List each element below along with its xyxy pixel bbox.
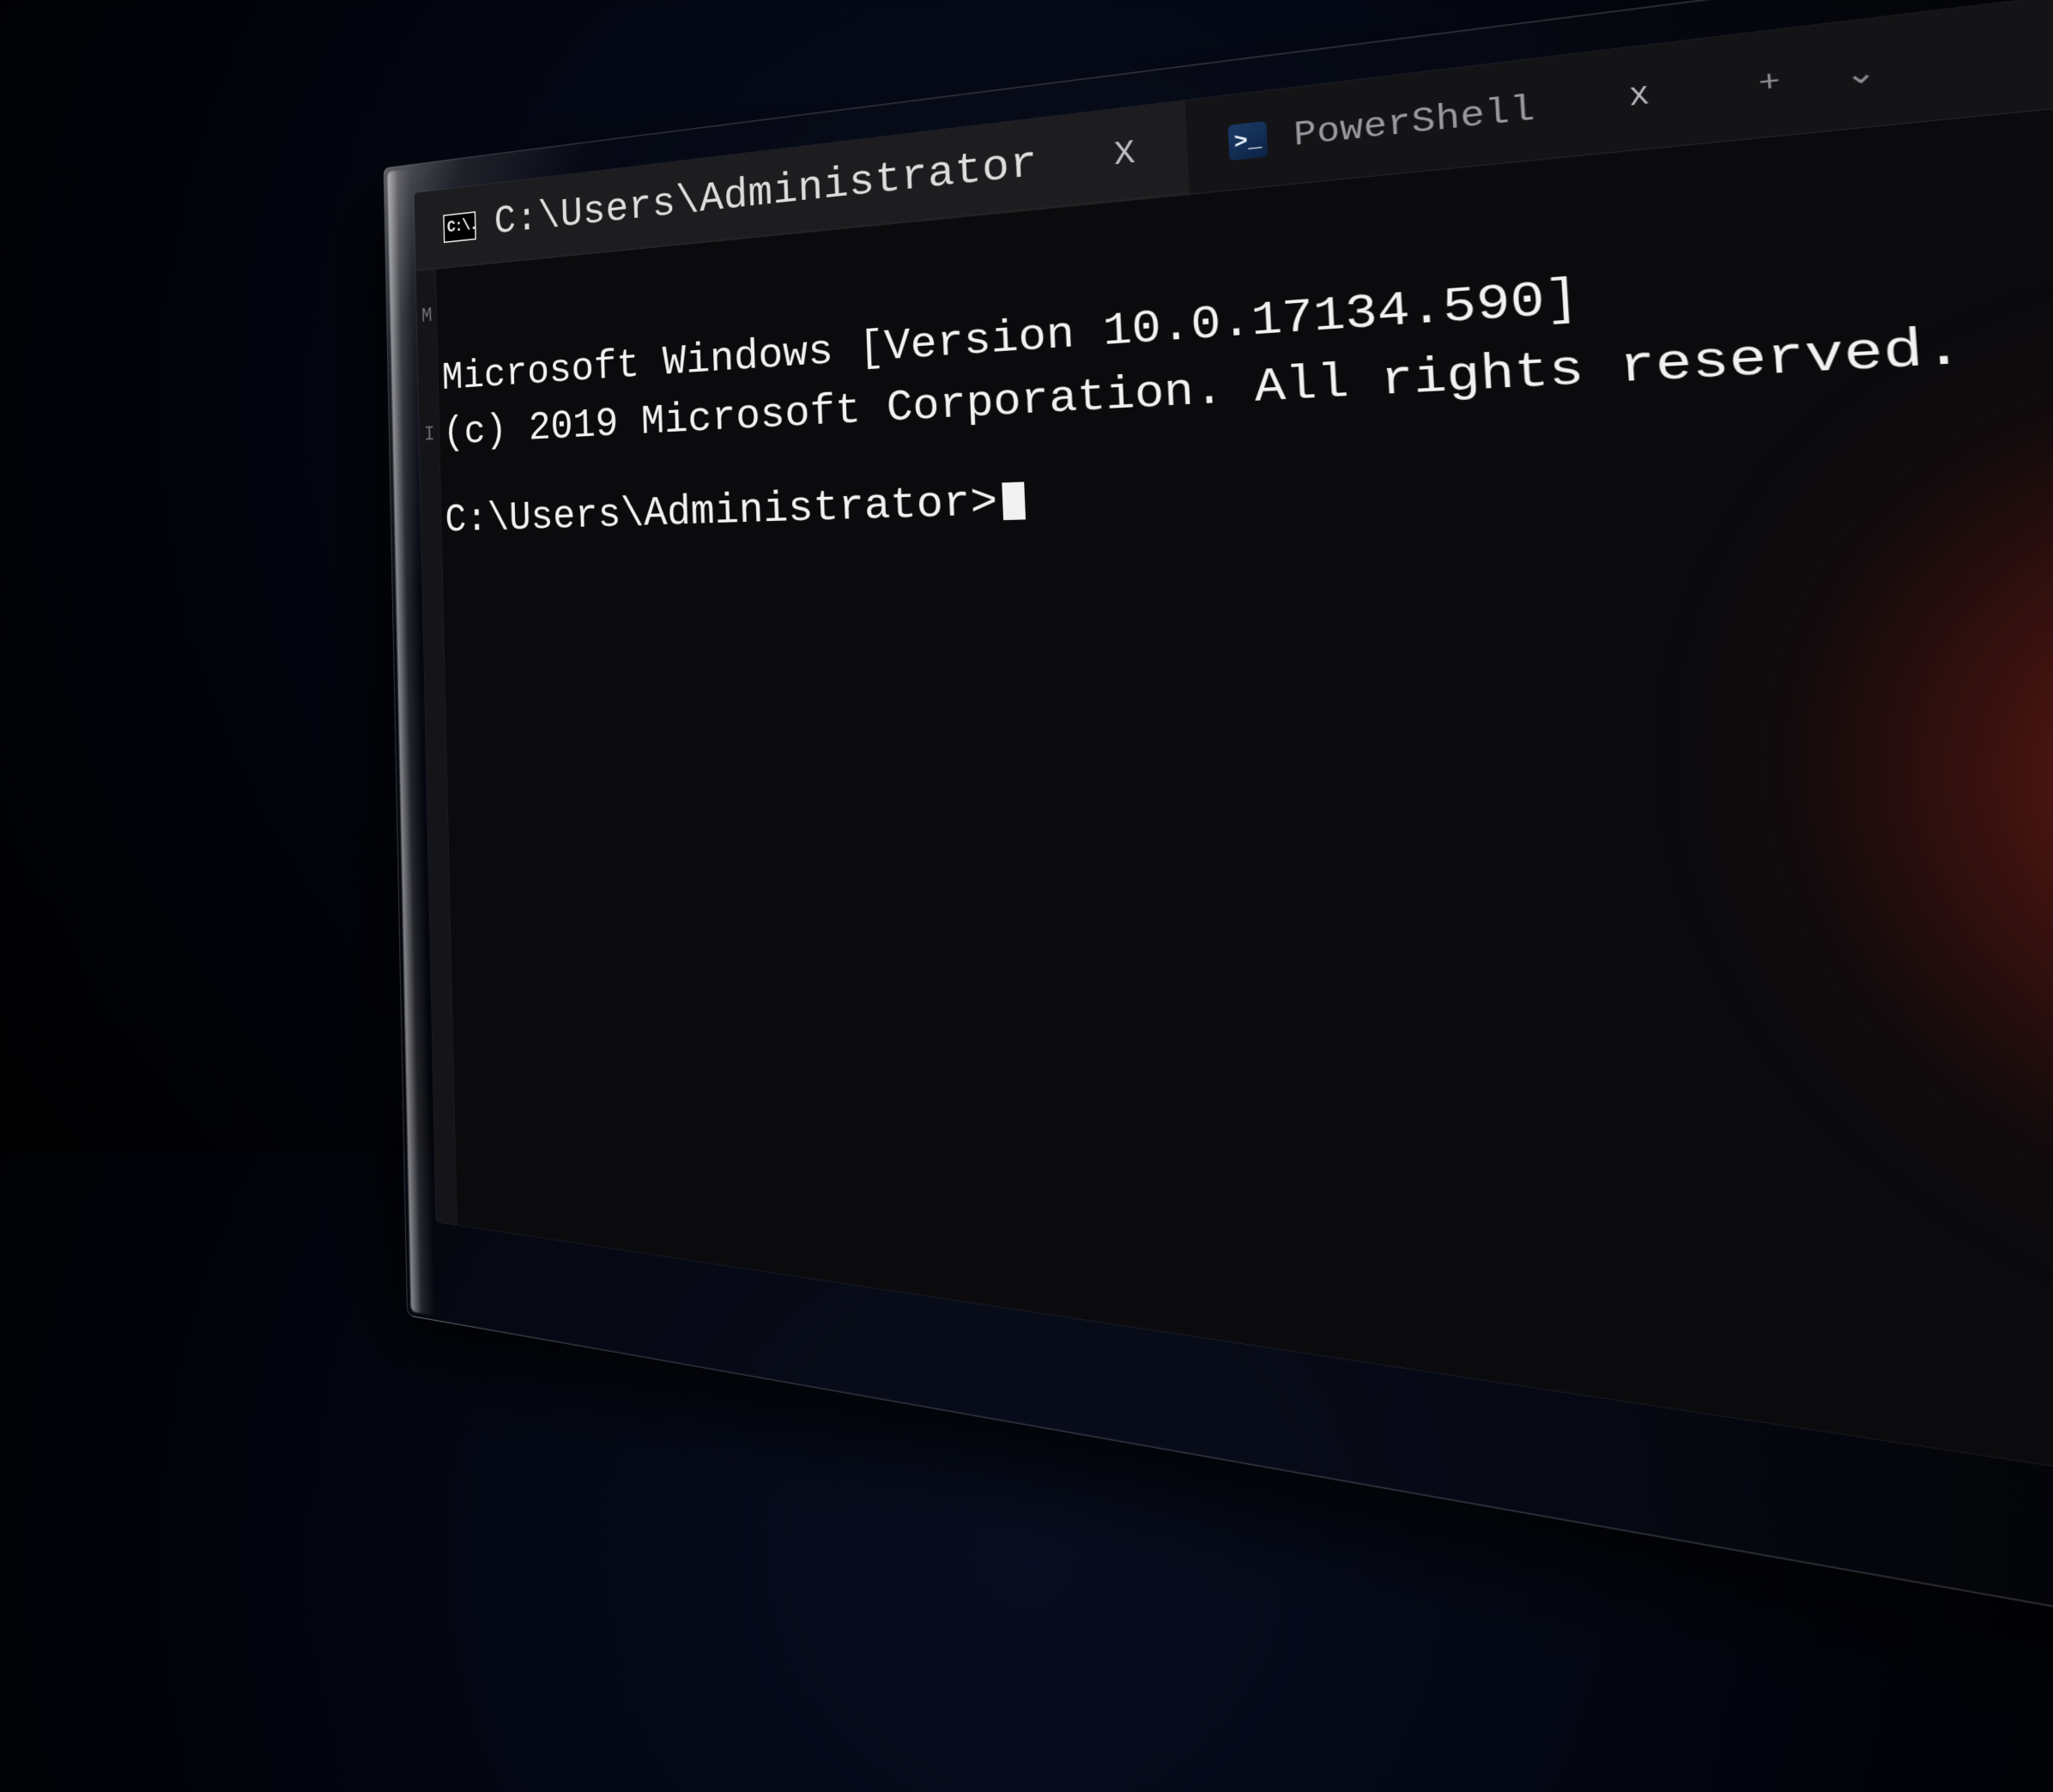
tab-dropdown-button[interactable]: ⌄ xyxy=(1834,46,1887,101)
cursor-icon xyxy=(1002,481,1026,520)
cmd-icon: C:\. xyxy=(443,211,476,243)
tab-powershell-label: PowerShell xyxy=(1293,88,1536,155)
close-tab-button[interactable]: X xyxy=(1614,76,1664,118)
powershell-icon: >_ xyxy=(1227,121,1268,160)
terminal-prompt: C:\Users\Administrator> xyxy=(445,477,998,543)
screen-glare xyxy=(1471,2,2053,1607)
close-tab-button[interactable]: X xyxy=(1101,130,1148,178)
new-tab-button[interactable]: + xyxy=(1748,58,1791,107)
